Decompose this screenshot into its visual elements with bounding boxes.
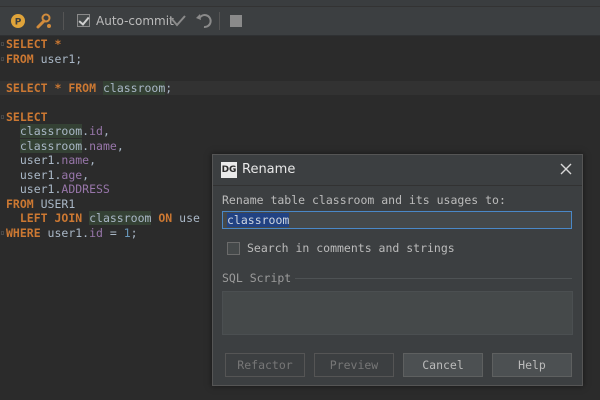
- sql-keyword: LEFT JOIN: [19, 211, 83, 225]
- dialog-titlebar[interactable]: DG Rename: [213, 155, 582, 186]
- sql-keyword: SELECT: [6, 80, 48, 95]
- sql-keyword: FROM: [68, 80, 97, 95]
- table-reference: classroom: [19, 138, 83, 153]
- toolbar: P Auto-commit: [0, 0, 600, 36]
- search-comments-checkbox[interactable]: [227, 241, 240, 255]
- rename-prompt: Rename table classroom and its usages to…: [222, 193, 506, 207]
- sql-script-preview-area[interactable]: [222, 291, 573, 335]
- new-name-input[interactable]: classroom: [222, 211, 572, 229]
- autocommit-checkbox[interactable]: [77, 14, 90, 27]
- code-token: ;: [165, 80, 173, 95]
- code-token: USER1: [33, 196, 76, 211]
- toolbar-separator: [63, 12, 64, 30]
- code-line[interactable]: SELECT * FROM classroom;: [0, 80, 600, 95]
- code-line[interactable]: classroom.id,: [0, 124, 600, 139]
- column-reference: name: [89, 138, 117, 153]
- sql-keyword: SELECT: [6, 109, 48, 124]
- code-token: user1.: [40, 225, 90, 240]
- rollback-undo-icon[interactable]: [195, 12, 213, 30]
- code-line[interactable]: ▫ FROM user1;: [0, 52, 600, 67]
- table-reference: classroom: [102, 80, 166, 95]
- preview-button[interactable]: Preview: [314, 353, 394, 377]
- sql-keyword: *: [47, 80, 69, 95]
- new-name-value: classroom: [227, 213, 290, 227]
- code-token: ,: [82, 167, 90, 182]
- code-line[interactable]: [0, 95, 600, 110]
- sql-keyword: WHERE: [6, 225, 41, 240]
- search-comments-option[interactable]: Search in comments and strings: [227, 241, 455, 255]
- fold-marker-icon[interactable]: ▫: [0, 226, 6, 241]
- rename-dialog: DG Rename Rename table classroom and its…: [212, 154, 583, 386]
- sql-keyword: SELECT: [6, 37, 48, 51]
- svg-text:P: P: [15, 18, 22, 28]
- code-line[interactable]: ▫ SELECT *: [0, 37, 600, 52]
- code-line[interactable]: classroom.name,: [0, 138, 600, 154]
- help-button[interactable]: Help: [492, 353, 572, 377]
- cancel-button[interactable]: Cancel: [403, 353, 483, 377]
- transaction-mode-icon[interactable]: P: [10, 13, 26, 29]
- column-reference: id: [89, 225, 103, 240]
- column-reference: ADDRESS: [61, 182, 110, 196]
- sql-keyword: *: [47, 37, 62, 51]
- column-reference: age: [61, 167, 83, 182]
- settings-wrench-icon[interactable]: [35, 12, 53, 30]
- code-token: user1.: [6, 153, 62, 167]
- fold-marker-icon[interactable]: ▫: [0, 37, 6, 52]
- autocommit-label[interactable]: Auto-commit: [96, 14, 174, 28]
- code-token: user1.: [6, 182, 62, 196]
- table-reference: classroom: [19, 124, 83, 138]
- sql-keyword: FROM: [6, 196, 34, 211]
- fold-marker-icon[interactable]: ▫: [0, 110, 6, 125]
- section-divider: [295, 278, 572, 279]
- sql-keyword: FROM: [6, 51, 34, 66]
- code-token: user1.: [6, 167, 62, 182]
- close-icon[interactable]: [558, 161, 574, 177]
- sql-keyword: ON: [158, 211, 173, 225]
- dbeaver-logo-icon: DG: [221, 162, 237, 178]
- sql-script-section-label: SQL Script: [222, 271, 292, 285]
- code-token: ,: [116, 138, 124, 153]
- code-token: =: [102, 225, 124, 240]
- fold-marker-icon[interactable]: ▫: [0, 52, 6, 67]
- stop-icon[interactable]: [229, 14, 242, 27]
- code-token: ;: [130, 225, 138, 240]
- checkbox-check-icon: [77, 14, 90, 27]
- code-token: ,: [102, 124, 110, 138]
- code-token: use: [172, 211, 200, 225]
- autocommit-text: Auto-commit: [96, 14, 174, 28]
- search-comments-label: Search in comments and strings: [247, 241, 455, 255]
- commit-check-icon[interactable]: [169, 12, 187, 30]
- column-reference: id: [89, 124, 103, 138]
- dialog-title: Rename: [242, 162, 296, 177]
- code-line[interactable]: [0, 66, 600, 81]
- code-token: user1;: [33, 51, 83, 66]
- toolbar-separator: [219, 12, 220, 30]
- code-token: 1: [123, 225, 131, 240]
- table-reference: classroom: [89, 211, 152, 225]
- code-line[interactable]: ▫ SELECT: [0, 110, 600, 125]
- refactor-button[interactable]: Refactor: [225, 353, 305, 377]
- toolbar-top-strip: [0, 0, 600, 7]
- code-token: ,: [89, 153, 97, 167]
- column-reference: name: [61, 153, 90, 167]
